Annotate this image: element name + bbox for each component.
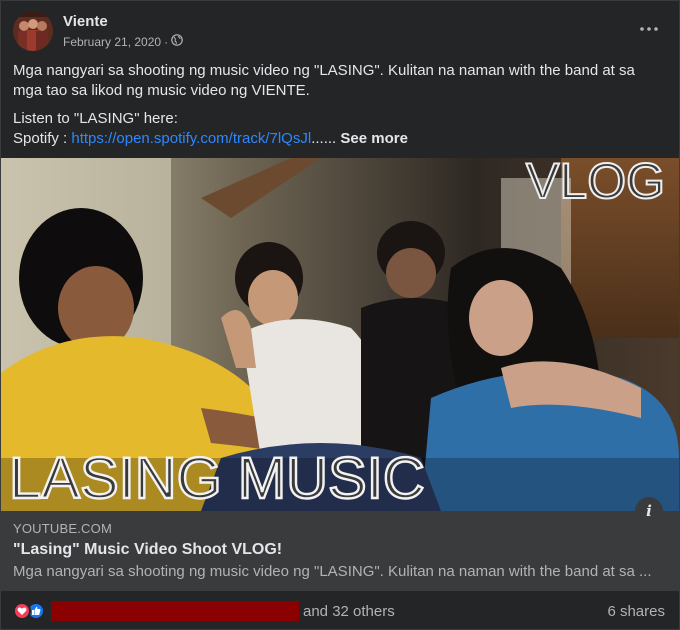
overlay-title-text: LASING MUSIC <box>9 446 425 511</box>
ellipsis: ...... <box>311 130 337 147</box>
link-description: Mga nangyari sa shooting ng music video … <box>13 563 652 580</box>
post-footer: and 32 others 6 shares <box>13 599 665 623</box>
post-date[interactable]: February 21, 2020 <box>63 35 161 49</box>
avatar[interactable] <box>13 11 53 51</box>
post-header: Viente February 21, 2020 · <box>13 11 667 53</box>
spotify-line: Spotify : https://open.spotify.com/track… <box>13 129 665 149</box>
share-count[interactable]: 6 shares <box>607 603 665 620</box>
listen-line: Listen to "LASING" here: <box>13 110 178 127</box>
globe-icon[interactable] <box>171 34 183 49</box>
link-preview[interactable]: YOUTUBE.COM "Lasing" Music Video Shoot V… <box>1 511 679 591</box>
post-card: Viente February 21, 2020 · Mga nangyari … <box>0 0 680 630</box>
meta-separator: · <box>164 34 169 49</box>
link-domain: YOUTUBE.COM <box>13 521 112 536</box>
video-thumbnail[interactable]: VLOG LASING MUSIC <box>1 158 679 511</box>
thumbnail-image: VLOG LASING MUSIC <box>1 158 679 511</box>
post-text-paragraph-1: Mga nangyari sa shooting ng music video … <box>13 62 635 99</box>
overlay-vlog-text: VLOG <box>526 158 665 209</box>
see-more-link[interactable]: See more <box>340 130 408 147</box>
redacted-names <box>51 601 299 621</box>
love-reaction-icon[interactable] <box>13 602 31 620</box>
avatar-image <box>13 11 53 51</box>
post-text-paragraph-2: Listen to "LASING" here: Spotify : https… <box>13 109 665 149</box>
more-options-icon[interactable] <box>631 15 667 43</box>
info-icon[interactable]: i <box>635 497 663 525</box>
link-title[interactable]: "Lasing" Music Video Shoot VLOG! <box>13 541 667 559</box>
post-meta: February 21, 2020 · <box>63 34 183 49</box>
spotify-label: Spotify : <box>13 130 72 147</box>
post-text: Mga nangyari sa shooting ng music video … <box>13 61 665 149</box>
author-name[interactable]: Viente <box>63 13 108 30</box>
spotify-link[interactable]: https://open.spotify.com/track/7lQsJl <box>71 130 311 147</box>
reaction-count[interactable]: and 32 others <box>303 603 395 620</box>
